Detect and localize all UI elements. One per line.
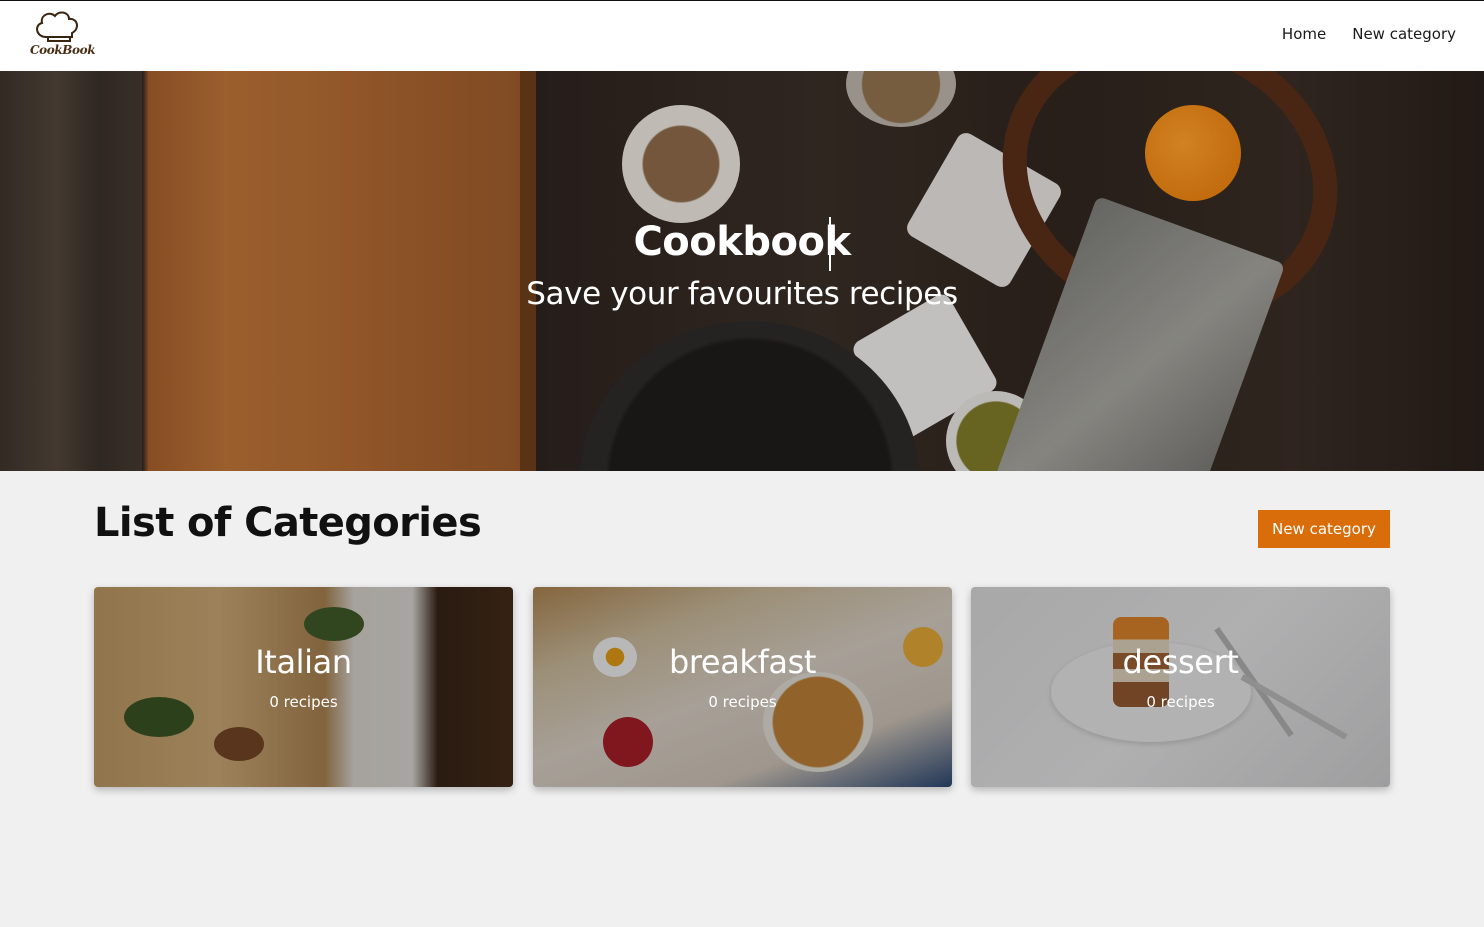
logo-text: CookBook bbox=[30, 43, 96, 57]
hero-subtitle: Save your favourites recipes bbox=[526, 276, 958, 312]
category-name: Italian bbox=[255, 643, 352, 681]
category-card-breakfast[interactable]: breakfast 0 recipes bbox=[533, 587, 952, 787]
navbar: CookBook Home New category bbox=[0, 1, 1484, 71]
card-overlay bbox=[94, 587, 513, 787]
hero-title: Cookbook bbox=[633, 219, 851, 265]
chef-hat-logo-icon bbox=[36, 11, 78, 42]
hero-banner: Cookbook Save your favourites recipes bbox=[0, 71, 1484, 471]
text-caret bbox=[829, 217, 831, 271]
hero-shade bbox=[0, 71, 1484, 471]
card-overlay bbox=[533, 587, 952, 787]
category-name: dessert bbox=[1122, 643, 1239, 681]
categories-heading: List of Categories bbox=[94, 500, 482, 546]
category-recipe-count: 0 recipes bbox=[708, 693, 777, 711]
nav-home-link[interactable]: Home bbox=[1282, 25, 1326, 43]
category-recipe-count: 0 recipes bbox=[1146, 693, 1215, 711]
logo[interactable]: CookBook bbox=[28, 9, 96, 63]
category-name: breakfast bbox=[668, 643, 817, 681]
category-recipe-count: 0 recipes bbox=[269, 693, 338, 711]
nav-new-category-link[interactable]: New category bbox=[1352, 25, 1456, 43]
category-card-dessert[interactable]: dessert 0 recipes bbox=[971, 587, 1390, 787]
card-overlay bbox=[971, 587, 1390, 787]
new-category-button[interactable]: New category bbox=[1258, 510, 1390, 548]
nav-links: Home New category bbox=[1282, 25, 1456, 43]
category-card-italian[interactable]: Italian 0 recipes bbox=[94, 587, 513, 787]
